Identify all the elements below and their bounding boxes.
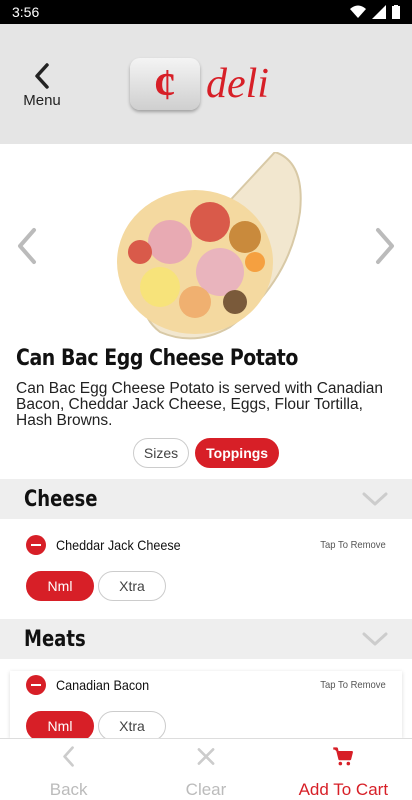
- cart-icon: [333, 747, 354, 766]
- previous-image-icon[interactable]: [14, 226, 40, 266]
- option-nml-button[interactable]: Nml: [26, 711, 94, 738]
- back-button[interactable]: Back: [0, 739, 137, 800]
- battery-icon: [392, 5, 400, 19]
- topping-item: Cheddar Jack Cheese Tap To Remove Nml Xt…: [10, 531, 402, 601]
- chevron-left-icon: [35, 63, 49, 89]
- option-tabs: Sizes Toppings: [0, 438, 412, 468]
- wifi-icon: [350, 5, 366, 18]
- chevron-left-icon: [62, 746, 74, 767]
- tab-toppings[interactable]: Toppings: [195, 438, 280, 468]
- topping-name: Canadian Bacon: [56, 677, 150, 693]
- clear-label: Clear: [185, 780, 227, 799]
- product-image-carousel: [0, 144, 412, 344]
- topping-name: Cheddar Jack Cheese: [56, 537, 181, 553]
- clear-button[interactable]: Clear: [137, 739, 274, 800]
- add-to-cart-label: Add To Cart: [298, 780, 389, 799]
- product-description: Can Bac Egg Cheese Potato is served with…: [16, 380, 384, 429]
- topping-item: Canadian Bacon Tap To Remove Nml Xtra: [10, 671, 402, 738]
- product-title: Can Bac Egg Cheese Potato: [16, 346, 298, 371]
- back-label: Back: [49, 780, 88, 799]
- section-header-meats[interactable]: Meats: [0, 619, 412, 659]
- section-title: Meats: [24, 626, 86, 652]
- bottom-action-bar: Back Clear Add To Cart: [0, 738, 412, 800]
- app-header: Menu ¢ deli: [0, 24, 412, 144]
- status-bar: 3:56: [0, 0, 412, 24]
- remove-icon[interactable]: [26, 675, 46, 695]
- tab-sizes[interactable]: Sizes: [132, 438, 190, 468]
- logo-mark: ¢: [130, 58, 200, 110]
- next-image-icon[interactable]: [372, 226, 398, 266]
- logo-word: deli: [206, 61, 269, 107]
- section-header-cheese[interactable]: Cheese: [0, 479, 412, 519]
- status-icons: [350, 5, 400, 19]
- menu-button[interactable]: Menu: [16, 62, 68, 114]
- option-nml-button[interactable]: Nml: [26, 571, 94, 601]
- signal-icon: [372, 5, 386, 19]
- remove-icon[interactable]: [26, 535, 46, 555]
- section-title: Cheese: [24, 486, 98, 512]
- option-xtra-button[interactable]: Xtra: [98, 571, 166, 601]
- chevron-down-icon: [362, 492, 388, 506]
- menu-label: Menu: [23, 92, 61, 109]
- option-xtra-button[interactable]: Xtra: [98, 711, 166, 738]
- tap-to-remove-label[interactable]: Tap To Remove: [321, 539, 386, 551]
- close-icon: [197, 748, 215, 765]
- chevron-down-icon: [362, 632, 388, 646]
- cdeli-logo: ¢ deli: [130, 54, 290, 114]
- add-to-cart-button[interactable]: Add To Cart: [275, 739, 412, 800]
- tap-to-remove-label[interactable]: Tap To Remove: [321, 679, 386, 691]
- status-time: 3:56: [12, 4, 40, 20]
- burrito-image: [117, 152, 302, 340]
